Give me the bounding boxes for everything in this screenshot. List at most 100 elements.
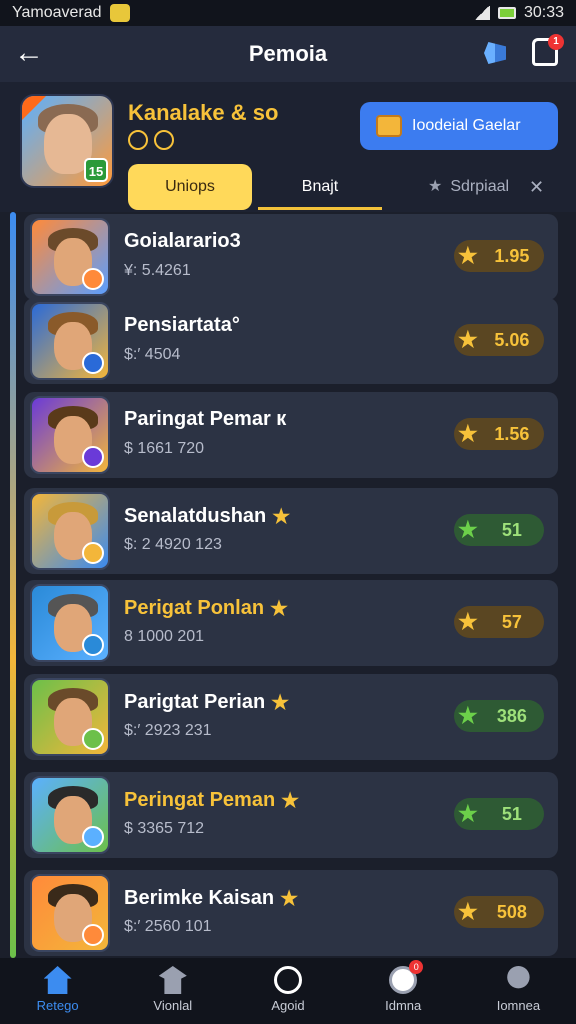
list-item[interactable]: Paringat Pemar к $ 1661 720 ★ 1.56 [24,392,558,478]
rating-badge: ★ 1.95 [454,240,544,272]
game-name: Pensiartata° [124,314,240,337]
list-item[interactable]: Senalatdushan ★ $: 2 4920 123 ★ 51 [24,488,558,574]
game-meta-text: ¥: 5.4261 [124,262,191,279]
nav-item-user[interactable]: Iomnea [461,958,576,1024]
tab-sdrpiaal-label: Sdrpiaal [450,178,510,195]
status-bar: Yamoaverad 30:33 [0,0,576,26]
user-icon [507,966,530,989]
game-meta-text: $:′ 2560 101 [124,918,212,935]
game-name-text: Peringat Peman [124,789,276,811]
game-meta-text: $ 1661 720 [124,440,205,457]
chest-icon [376,115,402,137]
game-name-text: Senalatdushan [124,505,267,527]
game-thumbnail [30,776,110,854]
game-meta-text: $:′ 4504 [124,346,181,363]
coin-icon [154,130,174,150]
notification-icon [109,4,130,22]
clock-icon [274,966,302,994]
game-meta-text: $: 2 4920 123 [124,536,222,553]
game-meta: $:′ 2560 101 [124,918,212,936]
star-icon: ★ [458,609,478,634]
game-thumbnail [30,678,110,756]
list-item[interactable]: Peringat Peman ★ $ 3365 712 ★ 51 [24,772,558,858]
star-icon: ★ [458,703,478,728]
game-meta: ¥: 5.4261 [124,262,191,280]
list-item[interactable]: Goialarario3 ¥: 5.4261 ★ 1.95 [24,214,558,300]
nav-item-clock[interactable]: Agoid [230,958,345,1024]
nav-label: Idmna [385,998,422,1013]
thumb-badge [82,924,104,946]
page-title: Pemoia [248,41,328,66]
star-icon: ★ [281,790,300,812]
list-item[interactable]: Berimke Kaisan ★ $:′ 2560 101 ★ 508 [24,870,558,956]
tab-sdrpiaal[interactable]: ★ Sdrpiaal ✕ [428,164,544,210]
install-label: Ioodeial Gaelar [412,117,521,134]
coin-icon [128,130,148,150]
game-thumbnail [30,874,110,952]
thumb-badge [82,728,104,750]
game-name: Perigat Ponlan ★ [124,596,288,621]
thumb-badge [82,352,104,374]
star-icon: ★ [271,692,290,714]
share-icon[interactable] [484,42,506,64]
rating-badge: ★ 1.56 [454,418,544,450]
rating-badge: ★ 508 [454,896,544,928]
game-name-text: Parigtat Perian [124,691,266,713]
nav-item-home[interactable]: Retego [0,958,115,1024]
nav-item-chat[interactable]: 0 Idmna [346,958,461,1024]
star-icon: ★ [458,899,478,924]
nav-label: Vionlal [153,998,193,1013]
wifi-icon [473,6,490,20]
game-name-text: Pensiartata° [124,314,240,336]
thumb-badge [82,634,104,656]
game-meta-text: $ 3365 712 [124,820,205,837]
close-icon[interactable]: ✕ [529,164,544,210]
game-meta: 8 1000 201 [124,628,204,646]
star-icon: ★ [280,888,299,910]
app-sub-icons [128,130,174,150]
list-item[interactable]: Perigat Ponlan ★ 8 1000 201 ★ 57 [24,580,558,666]
install-button[interactable]: Ioodeial Gaelar [360,102,558,150]
list-item[interactable]: Pensiartata° $:′ 4504 ★ 5.06 [24,298,558,384]
rating-value: 508 [496,901,527,922]
game-thumbnail [30,302,110,380]
game-name: Parigtat Perian ★ [124,690,289,715]
star-icon: ★ [458,517,478,542]
game-name: Senalatdushan ★ [124,504,290,529]
thumb-badge [82,446,104,468]
status-right: 30:33 [473,4,564,22]
game-name: Berimke Kaisan ★ [124,886,298,911]
star-icon: ★ [270,598,288,620]
rating-badge: ★ 57 [454,606,544,638]
carrier-name: Yamoaverad [12,4,102,21]
bottom-nav: Retego Vionlal Agoid 0 Idmna Iomnea [0,958,576,1024]
game-name-text: Goialarario3 [124,230,241,252]
game-meta: $ 1661 720 [124,440,204,458]
tab-bnajt[interactable]: Bnajt [258,164,382,210]
star-icon: ★ [458,421,478,446]
rating-badge: ★ 51 [454,514,544,546]
game-thumbnail [30,492,110,570]
hat-icon [158,966,187,994]
tab-bar: Uniops Bnajt ★ Sdrpiaal ✕ [0,164,576,212]
game-name-text: Perigat Ponlan [124,597,265,619]
status-carrier: Yamoaverad [12,4,474,22]
game-name-text: Berimke Kaisan [124,887,275,909]
game-meta-text: $:′ 2923 231 [124,722,212,739]
rating-value: 51 [501,519,522,540]
tab-uniops[interactable]: Uniops [128,164,252,210]
rating-value: 57 [501,611,522,632]
rating-value: 51 [501,803,522,824]
nav-item-hat[interactable]: Vionlal [115,958,230,1024]
game-name: Peringat Peman ★ [124,788,299,813]
nav-badge: 0 [409,960,424,974]
star-icon: ★ [428,178,443,195]
rating-badge: ★ 51 [454,798,544,830]
back-icon[interactable]: ← [14,38,46,70]
star-icon: ★ [458,327,478,352]
game-thumbnail [30,396,110,474]
list-item[interactable]: Parigtat Perian ★ $:′ 2923 231 ★ 386 [24,674,558,760]
rating-badge: ★ 386 [454,700,544,732]
rating-value: 1.56 [494,423,530,444]
game-meta: $:′ 2923 231 [124,722,212,740]
